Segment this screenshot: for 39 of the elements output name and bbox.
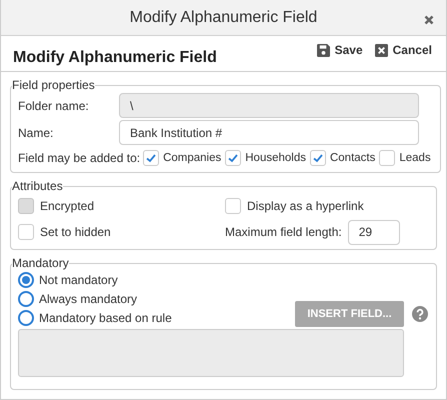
radio-button[interactable]	[18, 290, 34, 306]
save-button[interactable]: Save	[316, 43, 363, 57]
field-label: Folder name:	[18, 98, 90, 112]
form-title: Modify Alphanumeric Field	[13, 49, 217, 67]
checkbox-label: Encrypted	[40, 199, 94, 213]
close-icon[interactable]	[424, 15, 434, 25]
name-field[interactable]: Bank Institution #	[119, 120, 419, 145]
checkbox-label: Companies	[163, 152, 222, 164]
radio-button[interactable]	[18, 310, 34, 326]
checkbox[interactable]	[310, 150, 326, 166]
checkbox[interactable]	[379, 150, 396, 166]
checkbox-label: Display as a hyperlink	[247, 199, 364, 213]
check-icon	[312, 152, 324, 164]
radio-label: Not mandatory	[39, 272, 118, 286]
radio-label: Mandatory based on rule	[39, 310, 172, 324]
close-icon	[374, 44, 388, 56]
radio-label: Always mandatory	[39, 292, 138, 306]
section-title: Mandatory	[12, 256, 69, 270]
section-title: Attributes	[12, 179, 63, 193]
checkbox[interactable]	[225, 198, 241, 214]
max-length-field[interactable]: 29	[348, 220, 400, 244]
check-icon	[227, 152, 240, 164]
radio-button[interactable]	[18, 272, 34, 288]
checkbox-label: Set to hidden	[40, 225, 111, 239]
cancel-button[interactable]: Cancel	[374, 43, 432, 57]
section-title: Field properties	[12, 78, 95, 92]
checkbox[interactable]	[18, 224, 34, 240]
checkbox[interactable]	[225, 150, 242, 166]
checkbox-label: Contacts	[330, 152, 376, 164]
field-label: Maximum field length:	[225, 225, 342, 239]
checkbox-label: Households	[245, 152, 306, 164]
checkbox-label: Leads	[399, 152, 431, 164]
field-label: Name:	[18, 126, 54, 140]
window-title: Modify Alphanumeric Field	[130, 8, 318, 26]
save-icon	[316, 44, 330, 56]
checkbox[interactable]	[143, 150, 160, 166]
help-icon[interactable]	[412, 306, 428, 322]
check-icon	[145, 152, 158, 164]
field-label: Field may be added to:	[18, 151, 140, 165]
